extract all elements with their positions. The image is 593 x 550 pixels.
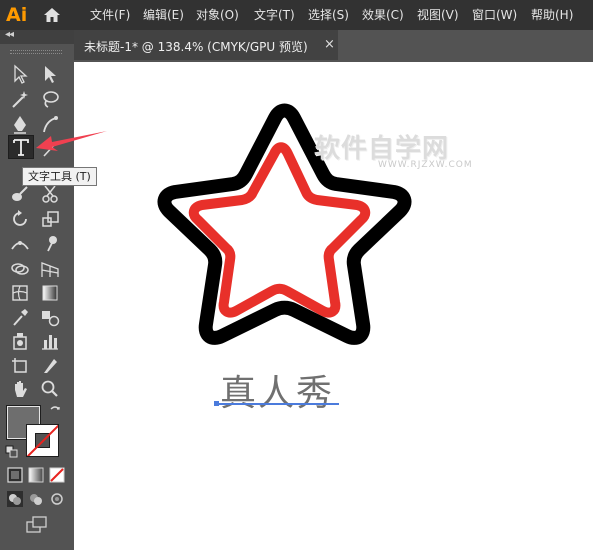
draw-behind-icon[interactable]: [27, 490, 45, 508]
swap-fill-stroke-icon[interactable]: [48, 403, 62, 417]
zoom-tool-icon[interactable]: [38, 378, 62, 400]
menu-select[interactable]: 选择(S): [308, 7, 349, 23]
canvas-text-object[interactable]: 真人秀: [220, 364, 334, 416]
draw-normal-icon[interactable]: [6, 490, 24, 508]
watermark: 软件自学网 WWW.RJZXW.COM: [314, 128, 472, 174]
eyedropper-tool-icon[interactable]: [8, 306, 32, 328]
paintbrush-tool-icon[interactable]: [8, 183, 32, 205]
line-segment-tool-icon[interactable]: [38, 138, 62, 160]
document-tab-title: 未标题-1* @ 138.4% (CMYK/GPU 预览): [84, 40, 308, 54]
watermark-url-text: WWW.RJZXW.COM: [378, 160, 473, 170]
puppet-warp-tool-icon[interactable]: [38, 233, 62, 255]
menu-type[interactable]: 文字(T): [254, 7, 295, 23]
magic-wand-tool-icon[interactable]: [8, 88, 32, 110]
panel-grip[interactable]: [10, 50, 62, 54]
pen-tool-icon[interactable]: [8, 113, 32, 135]
mesh-tool-icon[interactable]: [8, 282, 32, 304]
close-icon[interactable]: ×: [324, 37, 335, 52]
lasso-tool-icon[interactable]: [38, 88, 62, 110]
menu-file[interactable]: 文件(F): [90, 7, 130, 23]
color-mode-icon[interactable]: [6, 466, 24, 484]
default-fill-stroke-icon[interactable]: [5, 444, 19, 458]
hand-tool-icon[interactable]: [8, 378, 32, 400]
perspective-grid-tool-icon[interactable]: [38, 258, 62, 280]
text-anchor-point[interactable]: [214, 401, 219, 406]
menu-bar: Ai 文件(F) 编辑(E) 对象(O) 文字(T) 选择(S) 效果(C) 视…: [0, 0, 593, 30]
type-tool-icon[interactable]: [8, 135, 34, 159]
menu-effect[interactable]: 效果(C): [362, 7, 404, 23]
artboard-canvas[interactable]: 软件自学网 WWW.RJZXW.COM 真人秀: [74, 62, 593, 550]
shape-builder-tool-icon[interactable]: [8, 258, 32, 280]
scale-tool-icon[interactable]: [38, 208, 62, 230]
menu-window[interactable]: 窗口(W): [472, 7, 517, 23]
column-graph-tool-icon[interactable]: [38, 330, 62, 352]
tools-panel-header: ◂◂: [0, 29, 74, 44]
tool-tooltip: 文字工具 (T): [22, 167, 97, 186]
symbol-sprayer-tool-icon[interactable]: [8, 330, 32, 352]
collapse-icon[interactable]: ◂◂: [5, 29, 14, 40]
gradient-mode-icon[interactable]: [27, 466, 45, 484]
gradient-tool-icon[interactable]: [38, 282, 62, 304]
width-tool-icon[interactable]: [8, 233, 32, 255]
artboard-tool-icon[interactable]: [8, 354, 32, 376]
home-icon[interactable]: [42, 5, 62, 25]
stroke-color-swatch[interactable]: [26, 424, 59, 457]
scissors-tool-icon[interactable]: [38, 183, 62, 205]
direct-selection-tool-icon[interactable]: [38, 63, 62, 85]
text-baseline: [216, 403, 339, 405]
curvature-tool-icon[interactable]: [38, 113, 62, 135]
screen-mode-icon[interactable]: [25, 514, 49, 534]
menu-object[interactable]: 对象(O): [196, 7, 239, 23]
none-mode-icon[interactable]: [48, 466, 66, 484]
draw-inside-icon[interactable]: [48, 490, 66, 508]
blend-tool-icon[interactable]: [38, 306, 62, 328]
no-color-slash: [27, 425, 58, 456]
menu-view[interactable]: 视图(V): [417, 7, 459, 23]
rotate-tool-icon[interactable]: [8, 208, 32, 230]
menu-edit[interactable]: 编辑(E): [143, 7, 184, 23]
document-tab[interactable]: 未标题-1* @ 138.4% (CMYK/GPU 预览) ×: [74, 30, 338, 60]
app-logo: Ai: [6, 4, 28, 26]
menu-help[interactable]: 帮助(H): [531, 7, 573, 23]
slice-tool-icon[interactable]: [38, 354, 62, 376]
selection-tool-icon[interactable]: [8, 63, 32, 85]
